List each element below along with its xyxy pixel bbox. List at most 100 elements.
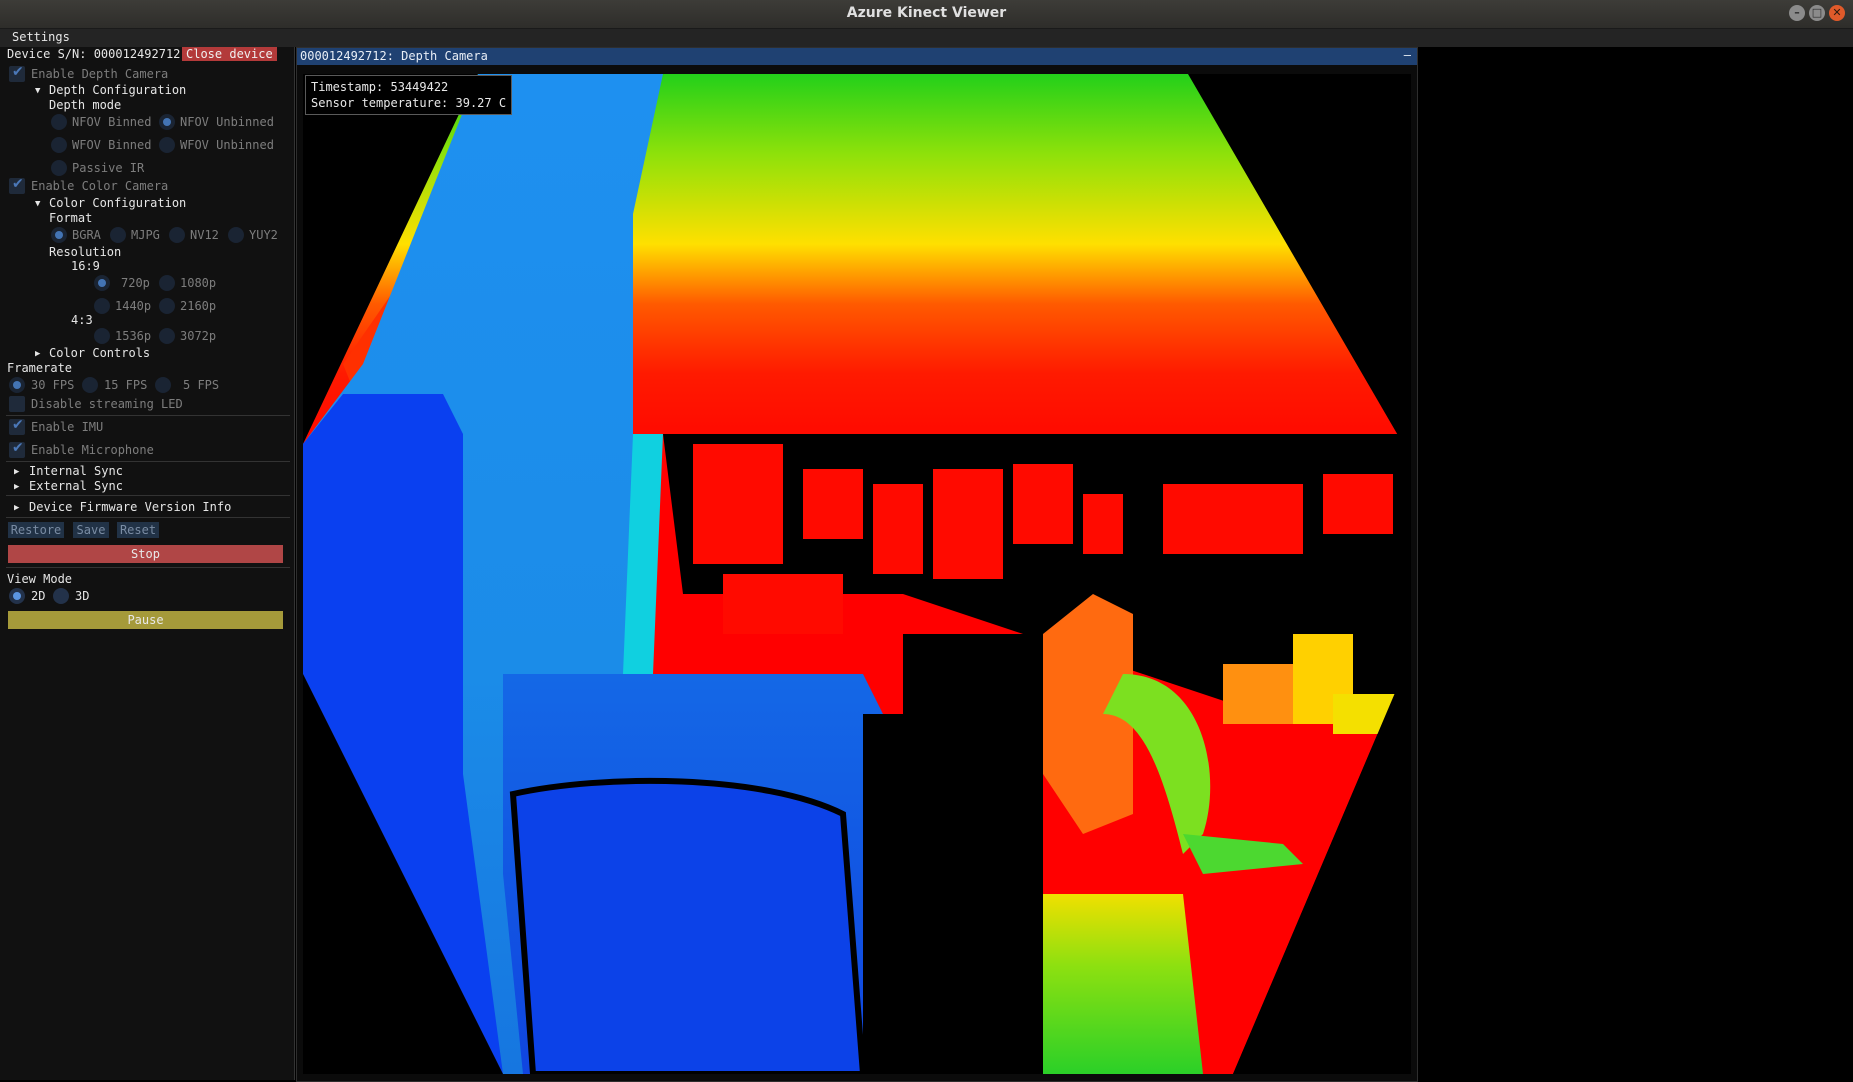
checkmark-icon: ✔ <box>12 440 24 456</box>
framerate-5-radio[interactable] <box>155 377 171 393</box>
menubar: Settings <box>0 29 1853 47</box>
enable-color-camera-label: Enable Color Camera <box>31 179 169 193</box>
resolution-1440p-radio[interactable] <box>94 298 110 314</box>
depth-mode-passive-ir-radio[interactable] <box>51 160 67 176</box>
aspect-16-9-label: 16:9 <box>71 259 100 273</box>
resolution-720p-label: 720p <box>121 276 150 290</box>
depth-image <box>303 74 1411 1074</box>
resolution-2160p-radio[interactable] <box>159 298 175 314</box>
format-mjpg-radio[interactable] <box>110 227 126 243</box>
framerate-30-radio[interactable] <box>9 377 25 393</box>
menu-settings[interactable]: Settings <box>12 30 70 44</box>
framerate-label: Framerate <box>7 361 73 375</box>
expanded-triangle-icon: ▼ <box>35 199 41 209</box>
settings-sidebar: Device S/N: 000012492712 Close device ✔ … <box>0 47 295 1080</box>
format-bgra-label: BGRA <box>72 228 101 242</box>
depth-camera-window-title: 000012492712: Depth Camera <box>300 49 488 63</box>
resolution-1536p-label: 1536p <box>115 329 152 343</box>
enable-microphone-checkbox[interactable]: ✔ <box>9 440 25 458</box>
enable-depth-camera-label: Enable Depth Camera <box>31 67 169 81</box>
window-titlebar: Azure Kinect Viewer – □ ✕ <box>0 0 1853 29</box>
depth-mode-wfov-unbinned-label: WFOV Unbinned <box>180 138 274 152</box>
divider <box>6 517 290 518</box>
depth-mode-wfov-binned-radio[interactable] <box>51 137 67 153</box>
collapsed-triangle-icon: ▶ <box>35 349 41 359</box>
resolution-1080p-radio[interactable] <box>159 275 175 291</box>
enable-imu-label: Enable IMU <box>31 420 104 434</box>
format-yuy2-label: YUY2 <box>249 228 278 242</box>
expanded-triangle-icon: ▼ <box>35 86 41 96</box>
framerate-15-radio[interactable] <box>82 377 98 393</box>
resolution-1440p-label: 1440p <box>115 299 152 313</box>
view-mode-3d-radio[interactable] <box>53 588 69 604</box>
depth-mode-nfov-binned-radio[interactable] <box>51 114 67 130</box>
divider <box>6 495 290 496</box>
enable-depth-camera-checkbox[interactable]: ✔ <box>9 64 25 82</box>
resolution-1536p-radio[interactable] <box>94 328 110 344</box>
color-controls-header[interactable]: Color Controls <box>49 346 150 360</box>
enable-color-camera-checkbox[interactable]: ✔ <box>9 176 25 194</box>
collapsed-triangle-icon: ▶ <box>14 467 20 477</box>
depth-configuration-header[interactable]: Depth Configuration <box>49 83 186 97</box>
depth-camera-window: 000012492712: Depth Camera – Timestamp: … <box>296 47 1418 1082</box>
reset-button[interactable]: Reset <box>117 522 159 538</box>
format-bgra-radio[interactable] <box>51 227 67 243</box>
device-sn-label: Device S/N: 000012492712 <box>7 47 181 61</box>
color-configuration-header[interactable]: Color Configuration <box>49 196 186 210</box>
checkmark-icon: ✔ <box>12 417 24 433</box>
resolution-2160p-label: 2160p <box>180 299 217 313</box>
collapsed-triangle-icon: ▶ <box>14 503 20 513</box>
view-mode-3d-label: 3D <box>75 589 90 603</box>
timestamp-label: Timestamp: 53449422 <box>311 80 449 94</box>
framerate-15-label: 15 FPS <box>104 378 148 392</box>
depth-mode-wfov-binned-label: WFOV Binned <box>72 138 152 152</box>
enable-imu-checkbox[interactable]: ✔ <box>9 417 25 435</box>
depth-mode-nfov-unbinned-label: NFOV Unbinned <box>180 115 274 129</box>
close-device-button[interactable]: Close device <box>182 47 277 61</box>
close-window-button[interactable]: ✕ <box>1829 5 1845 21</box>
framerate-30-label: 30 FPS <box>31 378 75 392</box>
depth-mode-nfov-unbinned-radio[interactable] <box>159 114 175 130</box>
depth-mode-wfov-unbinned-radio[interactable] <box>159 137 175 153</box>
depth-mode-nfov-binned-label: NFOV Binned <box>72 115 152 129</box>
divider <box>6 567 290 568</box>
resolution-1080p-label: 1080p <box>180 276 217 290</box>
pause-button[interactable]: Pause <box>8 611 283 629</box>
depth-info-overlay: Timestamp: 53449422 Sensor temperature: … <box>305 75 513 115</box>
window-title: Azure Kinect Viewer <box>846 5 1007 21</box>
minimize-icon[interactable]: – <box>1404 47 1411 64</box>
resolution-720p-radio[interactable] <box>94 275 110 291</box>
stop-button[interactable]: Stop <box>8 545 283 563</box>
view-mode-2d-label: 2D <box>31 589 46 603</box>
format-yuy2-radio[interactable] <box>228 227 244 243</box>
firmware-info-header[interactable]: Device Firmware Version Info <box>29 500 231 514</box>
format-nv12-label: NV12 <box>190 228 219 242</box>
minimize-window-button[interactable]: – <box>1789 5 1805 21</box>
format-mjpg-label: MJPG <box>131 228 160 242</box>
checkmark-icon: ✔ <box>12 64 24 80</box>
depth-mode-label: Depth mode <box>49 98 122 112</box>
aspect-4-3-label: 4:3 <box>71 313 93 327</box>
view-mode-2d-radio[interactable] <box>9 588 25 604</box>
maximize-window-button[interactable]: □ <box>1809 5 1825 21</box>
enable-microphone-label: Enable Microphone <box>31 443 154 457</box>
format-nv12-radio[interactable] <box>169 227 185 243</box>
divider <box>6 415 290 416</box>
divider <box>6 461 290 462</box>
disable-streaming-led-label: Disable streaming LED <box>31 397 183 411</box>
save-button[interactable]: Save <box>73 522 109 538</box>
framerate-5-label: 5 FPS <box>183 378 220 392</box>
view-mode-label: View Mode <box>7 572 73 586</box>
format-label: Format <box>49 211 93 225</box>
sensor-temperature-label: Sensor temperature: 39.27 C <box>311 96 507 110</box>
depth-camera-window-header: 000012492712: Depth Camera – <box>297 48 1417 65</box>
internal-sync-header[interactable]: Internal Sync <box>29 464 123 478</box>
resolution-label: Resolution <box>49 245 122 259</box>
disable-streaming-led-checkbox[interactable] <box>9 396 25 412</box>
resolution-3072p-radio[interactable] <box>159 328 175 344</box>
external-sync-header[interactable]: External Sync <box>29 479 123 493</box>
restore-button[interactable]: Restore <box>8 522 64 538</box>
collapsed-triangle-icon: ▶ <box>14 482 20 492</box>
resolution-3072p-label: 3072p <box>180 329 217 343</box>
checkmark-icon: ✔ <box>12 176 24 192</box>
